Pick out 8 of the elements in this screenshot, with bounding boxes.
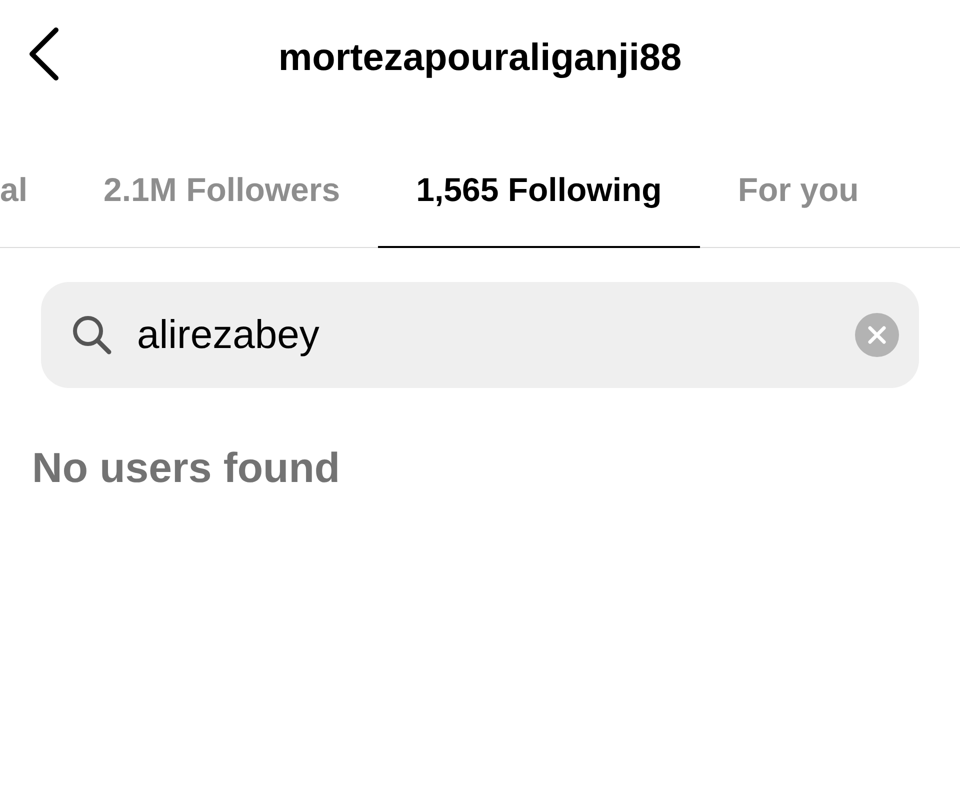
tab[interactable]: For you (700, 134, 897, 248)
tab[interactable]: 1,565 Following (378, 134, 700, 248)
empty-message: No users found (32, 444, 340, 492)
search-field[interactable]: alirezabey (41, 282, 919, 388)
tab[interactable]: al (0, 134, 66, 248)
tab[interactable]: 2.1M Followers (66, 134, 378, 248)
profile-username: mortezapouraliganji88 (278, 36, 682, 80)
search-icon (71, 314, 113, 356)
